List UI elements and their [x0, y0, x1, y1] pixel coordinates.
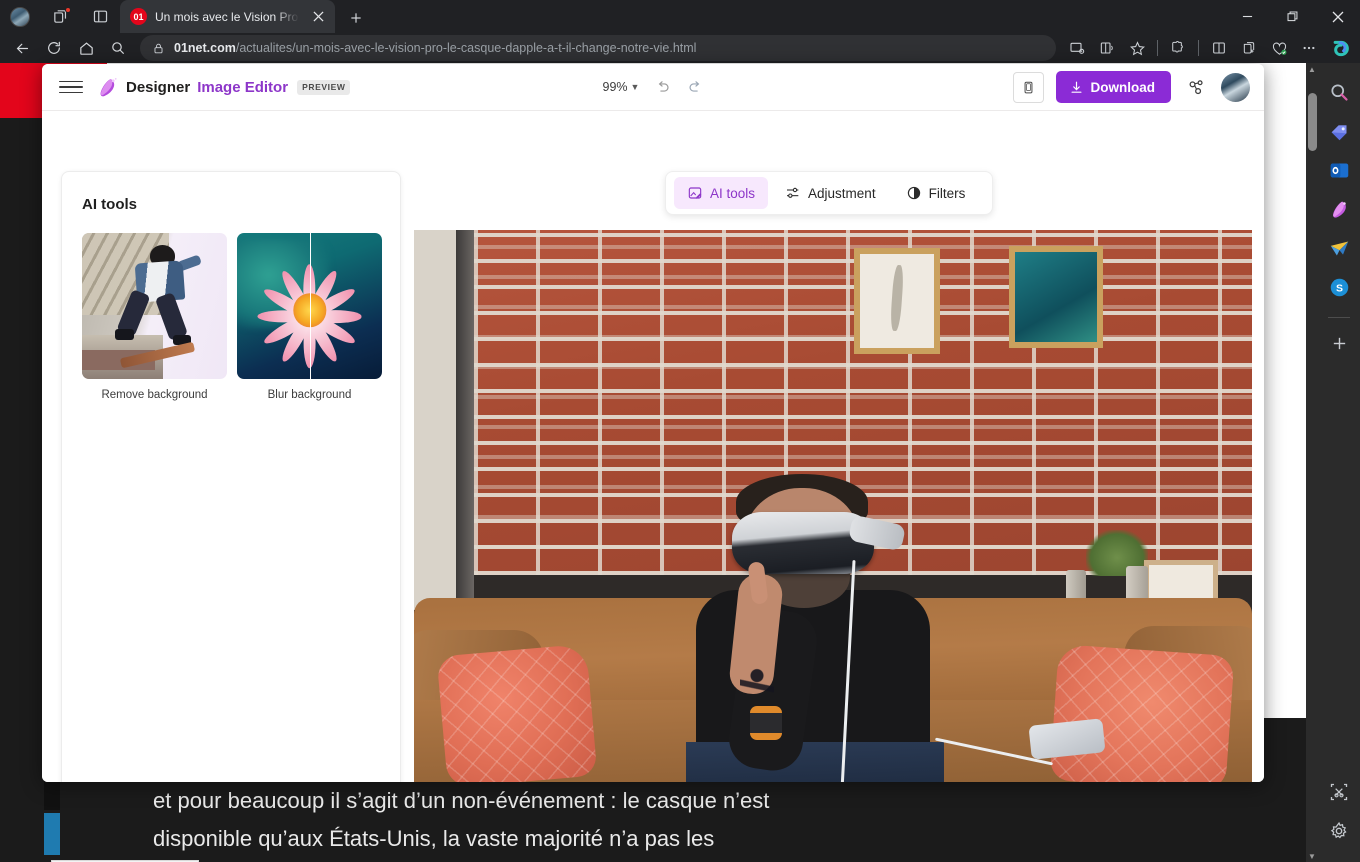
designer-header-actions: Download	[1012, 71, 1250, 103]
editor-tab-group: AI tools Adjustment Filters	[665, 171, 993, 215]
sliders-icon	[787, 187, 799, 198]
tool-label: Remove background	[101, 389, 208, 401]
edge-sidebar: S	[1318, 63, 1360, 862]
window-controls	[1225, 0, 1360, 33]
copilot-search-icon[interactable]	[1324, 77, 1354, 107]
designer-image-editor-dialog: Designer Image Editor PREVIEW 99% ▼ Down…	[42, 64, 1264, 782]
profile-avatar-button[interactable]	[0, 0, 40, 33]
tab-filters[interactable]: Filters	[893, 177, 979, 209]
tool-grid: Remove background Blur background	[82, 233, 382, 401]
designer-icon[interactable]	[1324, 194, 1354, 224]
outlook-icon[interactable]	[1324, 155, 1354, 185]
scroll-down-arrow[interactable]: ▼	[1306, 850, 1318, 862]
navigation-toolbar: 01net.com/actualites/un-mois-avec-le-vis…	[0, 33, 1360, 63]
skateboarder-cutout-thumbnail	[82, 233, 227, 379]
share-nodes-icon[interactable]	[1183, 74, 1209, 100]
new-tab-button[interactable]	[341, 3, 371, 33]
tab-ai-tools[interactable]: AI tools	[674, 177, 769, 209]
sidebar-settings-icon[interactable]	[1324, 816, 1354, 846]
zoom-controls: 99% ▼	[597, 73, 710, 101]
url-domain: 01net.com	[174, 41, 236, 55]
device-preview-icon[interactable]	[1012, 71, 1044, 103]
close-icon[interactable]	[307, 6, 329, 28]
url-text: 01net.com/actualites/un-mois-avec-le-vis…	[174, 41, 696, 55]
collections-icon[interactable]	[1234, 35, 1264, 61]
filters-contrast-icon	[907, 186, 920, 200]
zoom-level-dropdown[interactable]: 99% ▼	[597, 76, 646, 98]
workspaces-button[interactable]	[40, 0, 80, 33]
url-path: /actualites/un-mois-avec-le-vision-pro-l…	[235, 41, 697, 55]
read-aloud-icon[interactable]	[1092, 35, 1122, 61]
download-button[interactable]: Download	[1055, 71, 1171, 103]
browser-essentials-icon[interactable]	[1264, 35, 1294, 61]
reload-icon[interactable]	[38, 35, 70, 61]
tab-strip: 01 Un mois avec le Vision Pro : le ca	[0, 0, 1360, 33]
browser-window: Le lancement du Vision Pro remonte à un …	[0, 0, 1360, 862]
user-avatar[interactable]	[1221, 72, 1250, 102]
article-line-3: disponible qu’aux États-Unis, la vaste m…	[153, 826, 715, 851]
screenshot-tool-icon[interactable]	[1324, 777, 1354, 807]
tool-card-remove-background[interactable]: Remove background	[82, 233, 227, 401]
image-canvas[interactable]	[414, 230, 1252, 782]
share-email[interactable]	[44, 813, 60, 855]
designer-logo-icon	[94, 74, 120, 100]
copilot-icon[interactable]	[1324, 35, 1354, 61]
add-sidebar-icon[interactable]	[1324, 328, 1354, 358]
extensions-icon[interactable]	[1163, 35, 1193, 61]
tab-title: Un mois avec le Vision Pro : le ca	[155, 9, 299, 24]
preview-badge: PREVIEW	[297, 79, 351, 95]
chevron-down-icon: ▼	[630, 82, 640, 92]
brand-name: Designer	[126, 78, 191, 96]
avatar	[10, 6, 30, 27]
maximize-button[interactable]	[1270, 0, 1315, 33]
tab-adjustment[interactable]: Adjustment	[772, 177, 889, 209]
tab-favicon: 01	[130, 8, 147, 25]
tab-actions-button[interactable]	[80, 0, 120, 33]
skype-icon[interactable]: S	[1324, 272, 1354, 302]
page-scrollbar[interactable]: ▲ ▼	[1306, 63, 1318, 862]
home-icon[interactable]	[70, 35, 102, 61]
product-name: Image Editor	[197, 78, 289, 96]
tab-label: AI tools	[710, 185, 756, 201]
browser-tab[interactable]: 01 Un mois avec le Vision Pro : le ca	[120, 0, 335, 33]
scroll-up-arrow[interactable]: ▲	[1306, 63, 1318, 75]
lock-icon	[154, 43, 163, 53]
tool-label: Blur background	[267, 389, 352, 401]
ai-tools-panel: AI tools Remove background Blur backgrou…	[61, 171, 401, 782]
hamburger-menu-icon[interactable]	[56, 72, 86, 102]
back-icon[interactable]	[6, 35, 38, 61]
scrollbar-thumb[interactable]	[1308, 93, 1317, 151]
svg-text:S: S	[1335, 282, 1342, 294]
tab-label: Adjustment	[808, 185, 876, 201]
search-icon[interactable]	[102, 35, 134, 61]
download-button-label: Download	[1090, 79, 1156, 95]
address-bar[interactable]: 01net.com/actualites/un-mois-avec-le-vis…	[140, 35, 1056, 61]
download-icon	[1071, 81, 1081, 93]
ai-tools-icon	[688, 187, 702, 199]
lotus-flower-blur-thumbnail	[237, 233, 382, 379]
tool-card-blur-background[interactable]: Blur background	[237, 233, 382, 401]
toolbar-divider	[1157, 40, 1158, 56]
more-options-icon[interactable]	[1294, 35, 1324, 61]
notification-dot	[65, 7, 71, 13]
games-icon[interactable]	[1324, 233, 1354, 263]
close-window-button[interactable]	[1315, 0, 1360, 33]
undo-icon[interactable]	[649, 73, 677, 101]
panel-title: AI tools	[82, 196, 137, 213]
toolbar-actions	[1062, 35, 1354, 61]
screen-capture-icon[interactable]	[1062, 35, 1092, 61]
shopping-tag-icon[interactable]	[1324, 116, 1354, 146]
tab-label: Filters	[928, 185, 966, 201]
sidebar-divider	[1328, 317, 1350, 318]
designer-body: AI tools Remove background Blur backgrou…	[42, 111, 1264, 782]
designer-header: Designer Image Editor PREVIEW 99% ▼ Down…	[42, 64, 1264, 111]
article-line-2: et pour beaucoup il s’agit d’un non-évén…	[153, 788, 770, 813]
toolbar-divider-2	[1198, 40, 1199, 56]
split-screen-icon[interactable]	[1204, 35, 1234, 61]
minimize-button[interactable]	[1225, 0, 1270, 33]
favorite-star-icon[interactable]	[1122, 35, 1152, 61]
zoom-level-value: 99%	[602, 80, 628, 94]
redo-icon[interactable]	[681, 73, 709, 101]
